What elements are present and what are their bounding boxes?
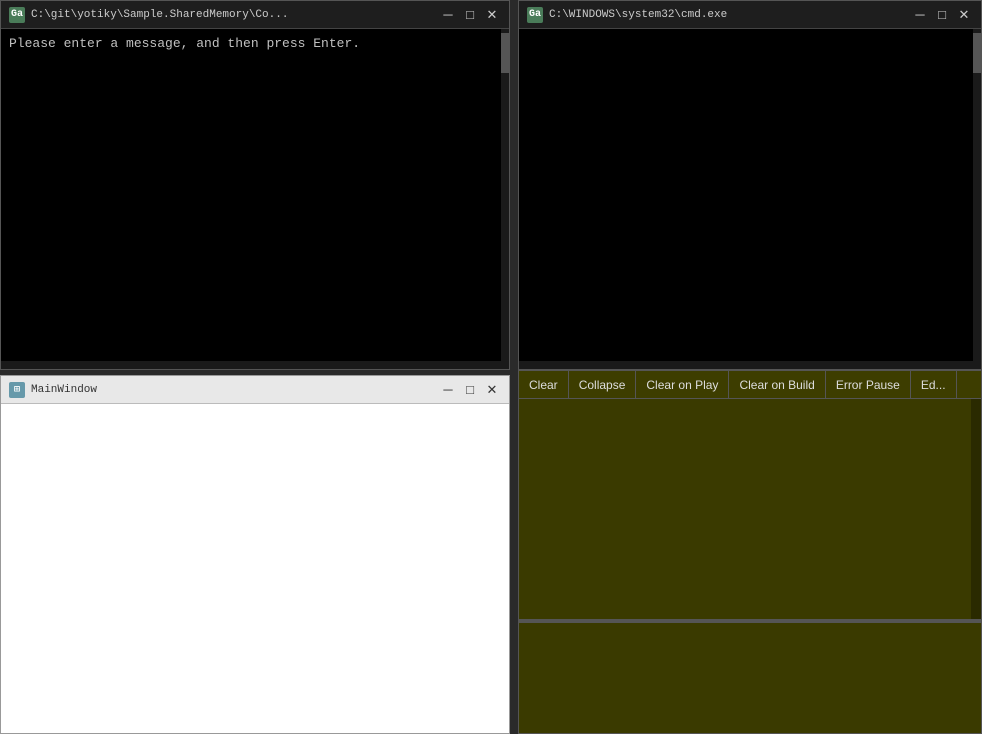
terminal-left-icon: Ga	[9, 7, 25, 23]
terminal-right-scrollbar-h[interactable]	[519, 361, 973, 369]
console-editor-button[interactable]: Ed...	[911, 371, 957, 398]
titlebar-terminal-left: Ga C:\git\yotiky\Sample.SharedMemory\Co.…	[1, 1, 509, 29]
console-content[interactable]	[519, 399, 981, 619]
minimize-button-main[interactable]: ─	[439, 381, 457, 399]
terminal-right-content[interactable]	[519, 29, 981, 369]
main-window-content[interactable]	[1, 404, 509, 733]
terminal-left-text: Please enter a message, and then press E…	[9, 35, 501, 53]
console-collapse-button[interactable]: Collapse	[569, 371, 637, 398]
titlebar-controls-right: ─ □ ✕	[911, 6, 973, 24]
main-window-icon: ⊞	[9, 382, 25, 398]
terminal-left-content[interactable]: Please enter a message, and then press E…	[1, 29, 509, 369]
console-bottom-panel[interactable]	[519, 623, 981, 733]
titlebar-main: ⊞ MainWindow ─ □ ✕	[1, 376, 509, 404]
terminal-left-scrollbar-h[interactable]	[1, 361, 501, 369]
minimize-button-left[interactable]: ─	[439, 6, 457, 24]
console-clear-on-build-button[interactable]: Clear on Build	[729, 371, 825, 398]
maximize-button-left[interactable]: □	[461, 6, 479, 24]
close-button-left[interactable]: ✕	[483, 6, 501, 24]
minimize-button-right[interactable]: ─	[911, 6, 929, 24]
terminal-left-title: C:\git\yotiky\Sample.SharedMemory\Co...	[31, 9, 433, 21]
titlebar-controls-left: ─ □ ✕	[439, 6, 501, 24]
console-toolbar: Clear Collapse Clear on Play Clear on Bu…	[519, 371, 981, 399]
console-window: Clear Collapse Clear on Play Clear on Bu…	[518, 370, 982, 734]
titlebar-controls-main: ─ □ ✕	[439, 381, 501, 399]
terminal-right-title: C:\WINDOWS\system32\cmd.exe	[549, 9, 905, 21]
main-window: ⊞ MainWindow ─ □ ✕	[0, 375, 510, 734]
scrollbar-thumb-left-v	[501, 33, 509, 73]
terminal-window-left: Ga C:\git\yotiky\Sample.SharedMemory\Co.…	[0, 0, 510, 370]
console-scrollbar-v[interactable]	[971, 399, 981, 619]
terminal-right-scrollbar-v[interactable]	[973, 29, 981, 369]
close-button-main[interactable]: ✕	[483, 381, 501, 399]
console-clear-button[interactable]: Clear	[519, 371, 569, 398]
titlebar-terminal-right: Ga C:\WINDOWS\system32\cmd.exe ─ □ ✕	[519, 1, 981, 29]
console-error-pause-button[interactable]: Error Pause	[826, 371, 911, 398]
terminal-window-right: Ga C:\WINDOWS\system32\cmd.exe ─ □ ✕	[518, 0, 982, 370]
maximize-button-right[interactable]: □	[933, 6, 951, 24]
terminal-left-scrollbar-v[interactable]	[501, 29, 509, 369]
console-clear-on-play-button[interactable]: Clear on Play	[636, 371, 729, 398]
scrollbar-thumb-right-v	[973, 33, 981, 73]
main-window-title: MainWindow	[31, 384, 433, 396]
maximize-button-main[interactable]: □	[461, 381, 479, 399]
close-button-right[interactable]: ✕	[955, 6, 973, 24]
terminal-right-icon: Ga	[527, 7, 543, 23]
